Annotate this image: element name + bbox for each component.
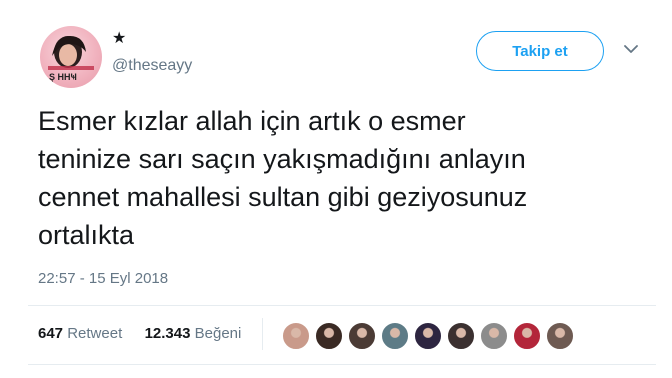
tweet-card: Ş HHҸ ★ @theseayy Takip et Esmer kızlar …: [0, 0, 672, 378]
tweet-text-line: ortalıkta: [38, 220, 135, 250]
like-stat[interactable]: 12.343 Beğeni: [145, 325, 242, 342]
like-count: 12.343: [144, 325, 191, 342]
tweet-timestamp[interactable]: 22:57 - 15 Eyl 2018: [38, 270, 168, 288]
divider: [28, 364, 656, 365]
tweet-stats: 647 Retweet 12.343 Beğeni: [38, 325, 241, 343]
svg-text:Ş HHҸ: Ş HHҸ: [49, 72, 77, 82]
avatar-image-icon: Ş HHҸ: [48, 36, 94, 82]
follow-button[interactable]: Takip et: [476, 31, 604, 71]
liker-avatar[interactable]: [281, 321, 311, 351]
liker-avatar[interactable]: [446, 321, 476, 351]
tweet-text-line: teninize sarı saçın yakışmadığını anlayı…: [38, 144, 526, 174]
tweet-text: Esmer kızlar allah için artık o esmer te…: [38, 102, 658, 254]
divider: [28, 305, 656, 306]
stats-separator: [262, 318, 263, 350]
liker-avatar[interactable]: [314, 321, 344, 351]
liker-avatar[interactable]: [347, 321, 377, 351]
retweet-stat[interactable]: 647 Retweet: [38, 325, 126, 342]
tweet-text-line: Esmer kızlar allah için artık o esmer: [38, 106, 466, 136]
liker-avatar[interactable]: [380, 321, 410, 351]
username-handle[interactable]: @theseayy: [112, 57, 192, 75]
liker-avatar[interactable]: [512, 321, 542, 351]
retweet-count: 647: [38, 325, 64, 342]
like-label: Beğeni: [194, 325, 242, 342]
retweet-label: Retweet: [67, 325, 123, 342]
liker-avatar[interactable]: [413, 321, 443, 351]
liker-avatar[interactable]: [545, 321, 575, 351]
chevron-down-icon[interactable]: [622, 42, 640, 56]
liker-avatar[interactable]: [479, 321, 509, 351]
display-name[interactable]: ★: [112, 30, 126, 48]
avatar[interactable]: Ş HHҸ: [40, 26, 102, 88]
tweet-text-line: cennet mahallesi sultan gibi geziyosunuz: [38, 182, 528, 212]
